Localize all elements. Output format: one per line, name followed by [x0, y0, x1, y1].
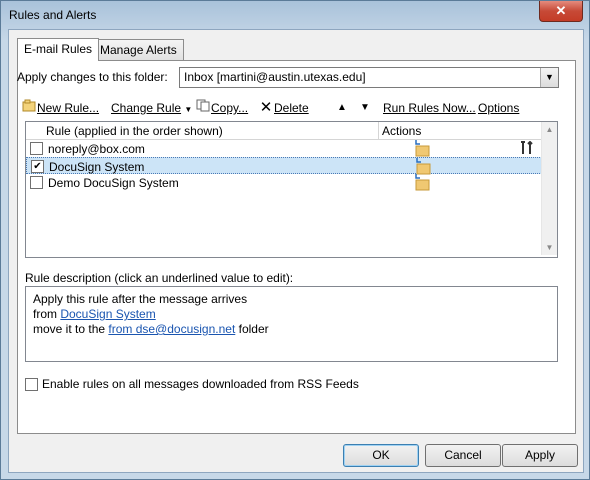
new-rule-button[interactable]: New Rule...	[21, 98, 99, 118]
options-button[interactable]: Options	[478, 98, 519, 118]
change-rule-button[interactable]: Change Rule ▼	[111, 98, 192, 118]
move-down-icon[interactable]: ▼	[360, 98, 370, 118]
rules-list-header: Rule (applied in the order shown) Action…	[26, 122, 542, 140]
rules-and-alerts-window: Rules and Alerts ✕ E-mail Rules Manage A…	[0, 0, 590, 480]
rule-description-box: Apply this rule after the message arrive…	[25, 286, 558, 362]
scroll-down-icon[interactable]: ▼	[542, 240, 557, 255]
move-to-folder-icon	[414, 173, 430, 191]
description-text: folder	[235, 322, 269, 336]
move-to-folder-icon	[414, 139, 430, 157]
tab-email-rules[interactable]: E-mail Rules	[17, 38, 100, 61]
description-text: move it to the	[33, 322, 109, 336]
title-bar[interactable]: Rules and Alerts ✕	[1, 1, 589, 29]
close-button[interactable]: ✕	[539, 1, 583, 22]
rule-column-header[interactable]: Rule (applied in the order shown)	[46, 124, 223, 138]
copy-button[interactable]: Copy...	[195, 98, 248, 118]
change-rule-label: Change Rule	[111, 101, 182, 115]
delete-icon: ✕	[259, 99, 273, 116]
description-line: Apply this rule after the message arrive…	[33, 292, 248, 306]
column-divider[interactable]	[378, 122, 379, 139]
chevron-down-icon[interactable]: ▼	[540, 68, 558, 87]
rule-description-label: Rule description (click an underlined va…	[25, 271, 294, 285]
ok-button[interactable]: OK	[343, 444, 419, 467]
from-sender-link[interactable]: DocuSign System	[60, 307, 155, 321]
tab-manage-alerts[interactable]: Manage Alerts	[93, 39, 184, 60]
actions-column-header[interactable]: Actions	[382, 124, 421, 138]
folder-dropdown[interactable]: Inbox [martini@austin.utexas.edu] ▼	[179, 67, 559, 88]
rules-toolbar: New Rule... Change Rule ▼ Copy... ✕ Delet…	[21, 98, 561, 118]
description-line: move it to the from dse@docusign.net fol…	[33, 322, 269, 337]
folder-label: Apply changes to this folder:	[17, 70, 168, 84]
rule-checkbox[interactable]	[30, 142, 43, 155]
copy-label: Copy...	[211, 101, 249, 115]
run-rules-now-button[interactable]: Run Rules Now...	[383, 98, 476, 118]
description-text: from	[33, 307, 61, 321]
folder-value: Inbox [martini@austin.utexas.edu]	[184, 70, 366, 84]
rule-name: noreply@box.com	[48, 142, 145, 156]
move-up-icon[interactable]: ▲	[337, 98, 347, 118]
rule-row[interactable]: noreply@box.com	[26, 140, 542, 157]
rss-checkbox[interactable]	[25, 378, 38, 391]
options-label: Options	[478, 101, 520, 115]
rules-list-scrollbar[interactable]: ▲ ▼	[541, 122, 557, 255]
dialog-body: E-mail Rules Manage Alerts Apply changes…	[8, 29, 584, 473]
new-rule-label: New Rule...	[37, 101, 100, 115]
scroll-up-icon[interactable]: ▲	[542, 122, 557, 137]
copy-icon	[195, 98, 211, 118]
run-rules-label: Run Rules Now...	[383, 101, 476, 115]
description-line: from DocuSign System	[33, 307, 156, 322]
tools-icon	[520, 140, 534, 158]
new-rule-icon	[21, 98, 37, 118]
rule-row[interactable]: ✔ DocuSign System	[26, 157, 542, 175]
cancel-button[interactable]: Cancel	[425, 444, 501, 467]
window-title: Rules and Alerts	[9, 8, 97, 22]
rss-label: Enable rules on all messages downloaded …	[42, 377, 359, 391]
rule-checkbox[interactable]	[30, 176, 43, 189]
rule-name: DocuSign System	[49, 160, 145, 174]
apply-button[interactable]: Apply	[502, 444, 578, 467]
rules-list[interactable]: Rule (applied in the order shown) Action…	[25, 121, 558, 258]
rule-name: Demo DocuSign System	[48, 176, 179, 190]
dropdown-arrow-icon: ▼	[184, 105, 193, 114]
delete-button[interactable]: ✕ Delete	[258, 98, 309, 118]
target-folder-link[interactable]: from dse@docusign.net	[108, 322, 235, 336]
rule-checkbox[interactable]: ✔	[31, 160, 44, 173]
delete-label: Delete	[274, 101, 309, 115]
rule-row[interactable]: Demo DocuSign System	[26, 174, 542, 191]
